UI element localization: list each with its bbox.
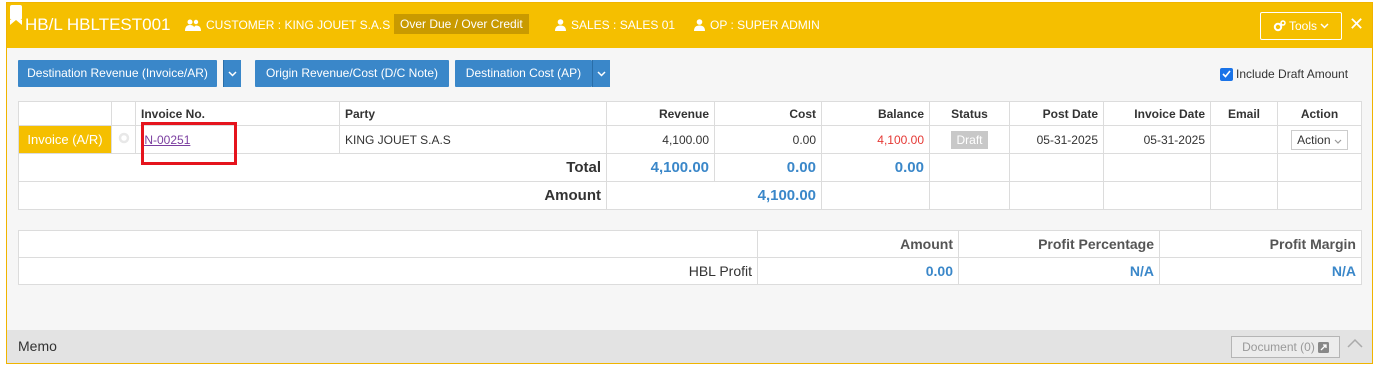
chevron-down-icon [597, 70, 606, 77]
sales-info: SALES : SALES 01 [555, 18, 675, 32]
post-date-cell: 05-31-2025 [1009, 125, 1104, 154]
profit-margin: N/A [1159, 257, 1362, 285]
total-balance: 0.00 [821, 153, 930, 182]
email-cell [1210, 125, 1278, 154]
op-info: OP : SUPER ADMIN [694, 18, 820, 32]
profit-row: HBL Profit 0.00 N/A N/A [18, 257, 1362, 285]
action-dropdown[interactable]: Action [1291, 129, 1348, 150]
status-badge: Draft [951, 130, 988, 149]
party-cell: KING JOUET S.A.S [339, 125, 607, 154]
amount-value: 4,100.00 [606, 181, 822, 210]
empty-cell [1277, 153, 1362, 182]
action-cell: Action [1277, 125, 1362, 154]
total-label: Total [18, 153, 607, 182]
column-header-status: Status [929, 101, 1010, 126]
revenue-cell: 4,100.00 [606, 125, 715, 154]
total-revenue: 4,100.00 [606, 153, 715, 182]
user-icon [555, 19, 566, 31]
destination-cost-dropdown-caret[interactable] [592, 60, 610, 87]
document-label: Document (0) [1242, 340, 1315, 354]
action-label: Action [1297, 132, 1331, 147]
include-draft-amount-checkbox[interactable]: Include Draft Amount [1220, 67, 1348, 81]
invoice-type-tag: Invoice (A/R) [18, 125, 112, 154]
document-button[interactable]: Document (0) [1231, 336, 1340, 358]
profit-table: Amount Profit Percentage Profit Margin H… [18, 230, 1362, 285]
empty-cell [1103, 181, 1211, 210]
column-header-party: Party [339, 101, 607, 126]
external-link-icon [1317, 341, 1329, 353]
hbl-profit-label: HBL Profit [18, 257, 758, 285]
customer-label: CUSTOMER : KING JOUET S.A.S [206, 18, 391, 32]
chevron-down-icon [1334, 139, 1342, 144]
column-header-balance: Balance [821, 101, 930, 126]
invoice-date-cell: 05-31-2025 [1103, 125, 1211, 154]
users-icon [185, 19, 201, 31]
op-label: OP : SUPER ADMIN [710, 18, 820, 32]
bookmark-icon [10, 5, 22, 25]
balance-cell: 4,100.00 [821, 125, 930, 154]
memo-section-bar[interactable]: Memo Document (0) [7, 330, 1372, 363]
profit-header-amount: Amount [757, 230, 959, 258]
empty-cell [1103, 153, 1211, 182]
destination-cost-button[interactable]: Destination Cost (AP) [455, 60, 592, 87]
hbl-invoice-panel: HB/L HBLTEST001 CUSTOMER : KING JOUET S.… [6, 2, 1373, 364]
empty-cell [1277, 181, 1362, 210]
amount-label: Amount [18, 181, 607, 210]
empty-cell [1210, 153, 1278, 182]
memo-title: Memo [18, 338, 57, 354]
customer-info: CUSTOMER : KING JOUET S.A.S [185, 18, 390, 32]
empty-cell [929, 153, 1010, 182]
hbl-title: HB/L HBLTEST001 [25, 15, 171, 34]
user-icon [694, 19, 705, 31]
empty-cell [1009, 181, 1104, 210]
chevron-down-icon [1320, 23, 1329, 29]
tools-dropdown-button[interactable]: Tools [1260, 12, 1342, 40]
credit-status-badge: Over Due / Over Credit [394, 14, 529, 34]
profit-header-row: Amount Profit Percentage Profit Margin [18, 230, 1362, 258]
origin-revenue-button[interactable]: Origin Revenue/Cost (D/C Note) [255, 60, 449, 87]
empty-cell [821, 181, 930, 210]
invoice-no-highlight-box [141, 122, 237, 165]
include-draft-label: Include Draft Amount [1236, 67, 1349, 81]
chevron-up-icon[interactable] [1347, 338, 1363, 348]
column-header-email: Email [1210, 101, 1278, 126]
empty-cell [929, 181, 1010, 210]
cost-cell: 0.00 [714, 125, 822, 154]
tools-label: Tools [1288, 19, 1317, 33]
chevron-down-icon [228, 70, 237, 77]
empty-cell [1009, 153, 1104, 182]
profit-percentage: N/A [958, 257, 1160, 285]
amount-row: Amount 4,100.00 [18, 181, 1362, 210]
column-header-revenue: Revenue [606, 101, 715, 126]
column-header-cost: Cost [714, 101, 822, 126]
profit-amount: 0.00 [757, 257, 959, 285]
column-header-invoice-date: Invoice Date [1103, 101, 1211, 126]
gears-icon [1273, 20, 1286, 32]
checkbox-checked-icon [1220, 67, 1233, 81]
panel-header: HB/L HBLTEST001 CUSTOMER : KING JOUET S.… [7, 3, 1372, 48]
row-options-cell[interactable] [111, 125, 136, 154]
profit-header-percentage: Profit Percentage [958, 230, 1160, 258]
empty-cell [18, 230, 758, 258]
column-header-post-date: Post Date [1009, 101, 1104, 126]
column-header-type [18, 101, 112, 126]
gear-icon [118, 132, 129, 144]
column-header-icon [111, 101, 136, 126]
profit-header-margin: Profit Margin [1159, 230, 1362, 258]
destination-revenue-dropdown-caret[interactable] [223, 60, 241, 87]
sales-label: SALES : SALES 01 [571, 18, 676, 32]
total-cost: 0.00 [714, 153, 822, 182]
status-cell: Draft [929, 125, 1010, 154]
destination-revenue-button[interactable]: Destination Revenue (Invoice/AR) [18, 60, 217, 87]
empty-cell [1210, 181, 1278, 210]
column-header-action: Action [1277, 101, 1362, 126]
close-icon[interactable]: ✕ [1349, 14, 1364, 34]
